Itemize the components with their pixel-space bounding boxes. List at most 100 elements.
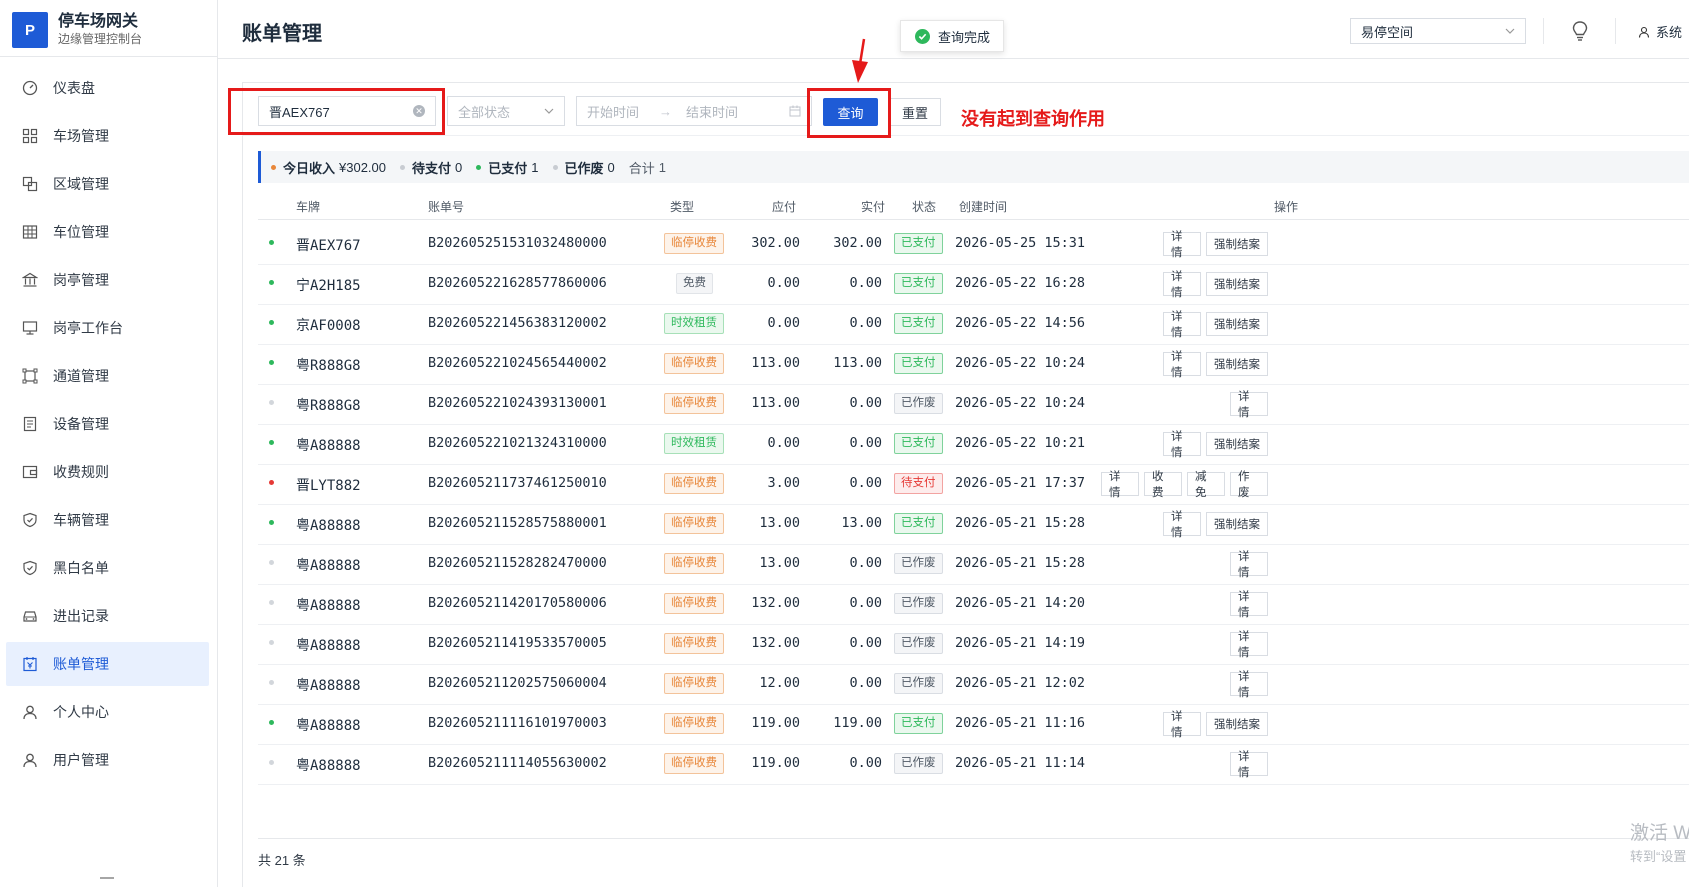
table-row: 粤A88888 B202605211528575880001 临停收费 13.00 13… xyxy=(258,504,1689,545)
space-select[interactable]: 易停空间 xyxy=(1350,18,1526,44)
car-icon xyxy=(21,607,39,625)
row-action-button[interactable]: 收费 xyxy=(1144,471,1182,499)
start-time-input[interactable]: 开始时间 xyxy=(587,102,639,121)
annotation-arrow-icon xyxy=(852,38,868,83)
date-range-picker[interactable]: 开始时间 → 结束时间 xyxy=(576,96,812,126)
toast-message: 查询完成 xyxy=(900,20,1004,52)
sidebar-item-8[interactable]: 设备管理 xyxy=(6,402,209,446)
sidebar-item-15[interactable]: 用户管理 xyxy=(6,738,209,782)
chevron-down-icon xyxy=(544,108,554,114)
row-action-button[interactable]: 减免 xyxy=(1187,471,1225,499)
row-action-button[interactable]: 详情 xyxy=(1163,271,1201,299)
row-action-button[interactable]: 详情 xyxy=(1230,551,1268,579)
user-menu[interactable]: 系统 xyxy=(1638,22,1682,41)
space-select-value: 易停空间 xyxy=(1361,24,1414,40)
status-select[interactable]: 全部状态 xyxy=(447,96,565,126)
row-action-button[interactable]: 强制结案 xyxy=(1206,352,1268,376)
sidebar-item-1[interactable]: 仪表盘 xyxy=(6,66,209,110)
row-actions: 详情 强制结案 xyxy=(258,271,1268,299)
row-action-button[interactable]: 强制结案 xyxy=(1206,232,1268,256)
sidebar-item-label: 岗亭工作台 xyxy=(53,320,123,336)
row-action-button[interactable]: 详情 xyxy=(1163,311,1201,339)
sidebar-item-12[interactable]: 进出记录 xyxy=(6,594,209,638)
row-action-button[interactable]: 强制结案 xyxy=(1206,432,1268,456)
row-action-button[interactable]: 详情 xyxy=(1163,431,1201,459)
table-row: 京AF0008 B202605221456383120002 时效租赁 0.00 0.0… xyxy=(258,304,1689,345)
row-action-button[interactable]: 详情 xyxy=(1163,231,1201,259)
row-action-button[interactable]: 详情 xyxy=(1230,631,1268,659)
sidebar-item-label: 账单管理 xyxy=(53,656,109,672)
row-action-button[interactable]: 详情 xyxy=(1230,391,1268,419)
status-select-placeholder: 全部状态 xyxy=(458,104,511,120)
row-action-button[interactable]: 详情 xyxy=(1230,591,1268,619)
row-action-button[interactable]: 详情 xyxy=(1163,511,1201,539)
row-action-button[interactable]: 详情 xyxy=(1230,671,1268,699)
shield-icon xyxy=(21,511,39,529)
sidebar-item-6[interactable]: 岗亭工作台 xyxy=(6,306,209,350)
sidebar-item-label: 用户管理 xyxy=(53,752,109,768)
annotation-box-plate xyxy=(228,88,445,135)
sidebar-item-3[interactable]: 区域管理 xyxy=(6,162,209,206)
table-row: 宁A2H185 B202605221628577860006 免费 0.00 0.00 已… xyxy=(258,264,1689,305)
end-time-input[interactable]: 结束时间 xyxy=(686,102,738,121)
row-action-button[interactable]: 强制结案 xyxy=(1206,512,1268,536)
table-row: 粤A88888 B202605211114055630002 临停收费 119.00 0… xyxy=(258,744,1689,785)
row-action-button[interactable]: 强制结案 xyxy=(1206,272,1268,296)
row-actions: 详情 强制结案 xyxy=(258,351,1268,379)
row-action-button[interactable]: 详情 xyxy=(1163,351,1201,379)
activation-watermark-sub: 转到“设置 xyxy=(1630,849,1687,864)
summary-pending: 待支付 0 xyxy=(400,158,462,177)
sidebar-item-14[interactable]: 个人中心 xyxy=(6,690,209,734)
calendar-icon xyxy=(789,105,801,117)
row-actions: 详情 强制结案 xyxy=(258,311,1268,339)
sidebar-item-10[interactable]: 车辆管理 xyxy=(6,498,209,542)
brand-logo: P xyxy=(12,12,48,48)
row-action-button[interactable]: 强制结案 xyxy=(1206,312,1268,336)
collapse-menu-icon[interactable] xyxy=(99,876,115,886)
table-row: 粤A88888 B202605211116101970003 临停收费 119.00 1… xyxy=(258,704,1689,745)
sidebar-item-label: 车辆管理 xyxy=(53,512,109,528)
table-row: 粤A88888 B202605211528282470000 临停收费 13.00 0.… xyxy=(258,544,1689,585)
row-action-button[interactable]: 详情 xyxy=(1163,711,1201,739)
sidebar-item-label: 车场管理 xyxy=(53,128,109,144)
dashboard-icon xyxy=(21,79,39,97)
activation-watermark: 激活 W xyxy=(1630,823,1689,844)
row-actions: 详情 xyxy=(258,751,1268,779)
lightbulb-icon[interactable] xyxy=(1570,20,1590,42)
table-row: 晋AEX767 B202605251531032480000 临停收费 302.00 3… xyxy=(258,224,1689,265)
row-actions: 详情 强制结案 xyxy=(258,431,1268,459)
row-actions: 详情 强制结案 xyxy=(258,511,1268,539)
col-due: 应付 xyxy=(772,200,797,214)
bill-icon xyxy=(21,655,39,673)
row-actions: 详情 xyxy=(258,671,1268,699)
reset-button[interactable]: 重置 xyxy=(889,98,941,126)
summary-income: 今日收入 ¥302.00 xyxy=(271,158,386,177)
sidebar-item-4[interactable]: 车位管理 xyxy=(6,210,209,254)
row-action-button[interactable]: 强制结案 xyxy=(1206,712,1268,736)
sidebar-item-9[interactable]: 收费规则 xyxy=(6,450,209,494)
sidebar-item-label: 岗亭管理 xyxy=(53,272,109,288)
user-icon xyxy=(1638,26,1650,38)
col-paid: 实付 xyxy=(861,200,886,214)
sidebar-item-7[interactable]: 通道管理 xyxy=(6,354,209,398)
sidebar-item-11[interactable]: 黑白名单 xyxy=(6,546,209,590)
row-action-button[interactable]: 详情 xyxy=(1101,471,1139,499)
annotation-text: 没有起到查询作用 xyxy=(961,109,1105,129)
sidebar-item-label: 个人中心 xyxy=(53,704,109,720)
sidebar-item-13[interactable]: 账单管理 xyxy=(6,642,209,686)
monitor-icon xyxy=(21,319,39,337)
row-actions: 详情 收费 减免 作废 xyxy=(258,471,1268,499)
user-icon xyxy=(21,751,39,769)
summary-total: 合计 1 xyxy=(628,159,667,176)
summary-paid: 已支付 1 xyxy=(476,158,539,177)
channel-icon xyxy=(21,367,39,385)
row-action-button[interactable]: 作废 xyxy=(1230,471,1268,499)
row-action-button[interactable]: 详情 xyxy=(1230,751,1268,779)
sidebar-item-2[interactable]: 车场管理 xyxy=(6,114,209,158)
sidebar-item-5[interactable]: 岗亭管理 xyxy=(6,258,209,302)
check-circle-icon xyxy=(915,28,930,44)
wallet-icon xyxy=(21,463,39,481)
arrow-right-icon: → xyxy=(659,103,673,119)
col-actions: 操作 xyxy=(1274,200,1299,214)
row-actions: 详情 强制结案 xyxy=(258,711,1268,739)
